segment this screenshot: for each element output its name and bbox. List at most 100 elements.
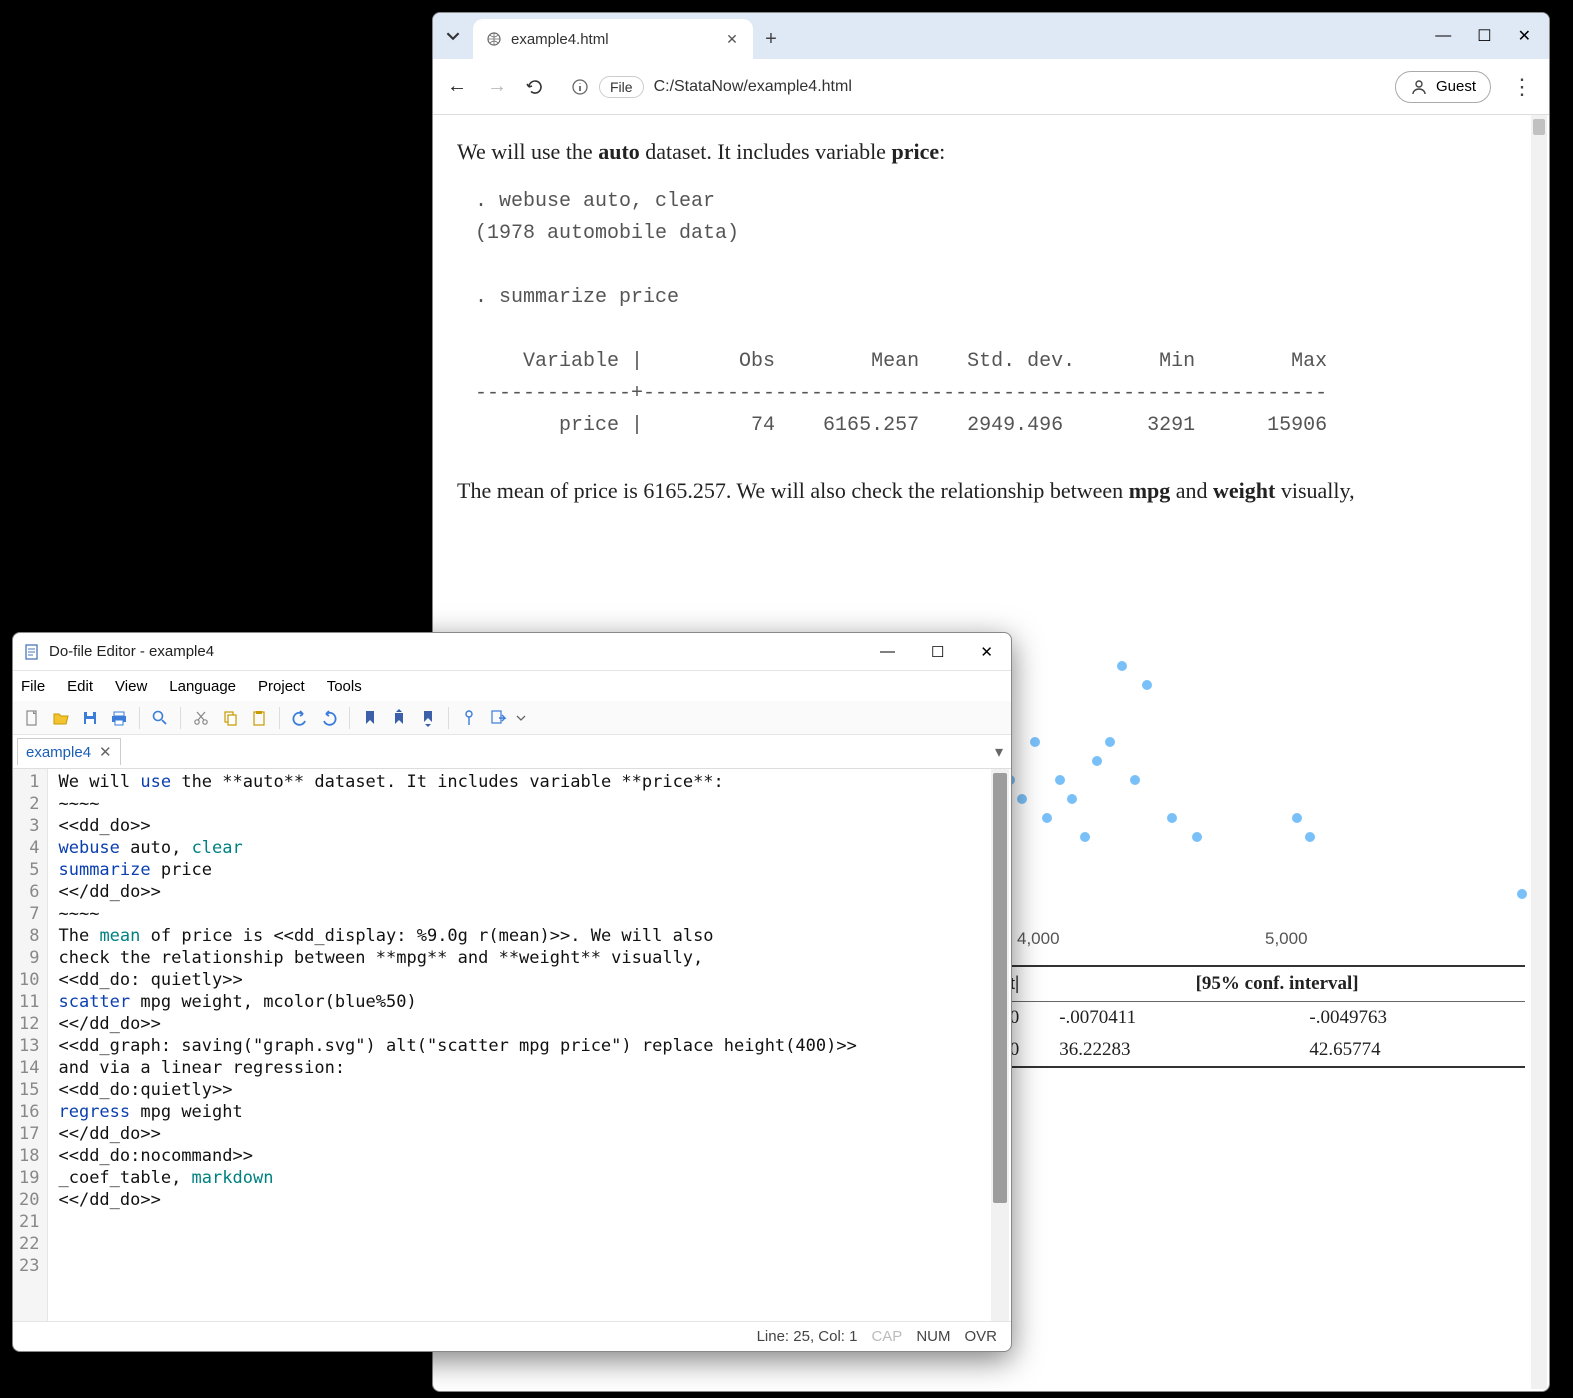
page-icon (485, 30, 503, 48)
bookmark-down-icon (420, 709, 436, 727)
scatter-point (1130, 775, 1140, 785)
bookmark-toggle-button[interactable] (357, 705, 383, 731)
menu-file[interactable]: File (21, 678, 45, 695)
bookmark-next-button[interactable] (415, 705, 441, 731)
menu-edit[interactable]: Edit (67, 678, 93, 695)
browser-menu-button[interactable]: ⋮ (1507, 74, 1537, 100)
code-line[interactable]: ~~~~ (58, 793, 1001, 815)
save-button[interactable] (77, 705, 103, 731)
code-line[interactable]: _coef_table, markdown (58, 1167, 1001, 1189)
new-file-button[interactable] (19, 705, 45, 731)
execute-button[interactable] (485, 705, 511, 731)
tab-close-button[interactable]: ✕ (723, 31, 741, 48)
cut-button[interactable] (188, 705, 214, 731)
editor-tabs-dropdown[interactable]: ▾ (987, 742, 1011, 762)
minimize-button[interactable]: — (1435, 27, 1451, 45)
execute-dropdown[interactable] (514, 705, 528, 731)
code-line[interactable]: <</dd_do>> (58, 881, 1001, 903)
num-indicator: NUM (916, 1328, 950, 1345)
close-button[interactable]: ✕ (1518, 26, 1531, 46)
browser-tab-strip: example4.html ✕ + — ☐ ✕ (433, 13, 1549, 59)
undo-button[interactable] (287, 705, 313, 731)
code-area[interactable]: We will use the **auto** dataset. It inc… (48, 769, 1011, 1321)
code-line[interactable]: <</dd_do>> (58, 1013, 1001, 1035)
bookmark-prev-button[interactable] (386, 705, 412, 731)
editor-close-button[interactable]: ✕ (980, 643, 993, 661)
editor-scrollbar-thumb[interactable] (993, 773, 1007, 1203)
menu-project[interactable]: Project (258, 678, 305, 695)
editor-tab-close[interactable]: ✕ (99, 743, 112, 761)
scatter-point (1092, 756, 1102, 766)
redo-icon (320, 709, 338, 727)
scatter-point (1517, 889, 1527, 899)
redo-button[interactable] (316, 705, 342, 731)
show-whitespace-button[interactable] (456, 705, 482, 731)
copy-icon (221, 709, 239, 727)
scatter-point (1030, 737, 1040, 747)
menu-language[interactable]: Language (169, 678, 236, 695)
find-button[interactable] (147, 705, 173, 731)
open-file-button[interactable] (48, 705, 74, 731)
reload-button[interactable] (525, 77, 549, 97)
code-line[interactable]: ~~~~ (58, 903, 1001, 925)
editor-minimize-button[interactable]: — (880, 643, 895, 661)
url-text: C:/StataNow/example4.html (654, 78, 852, 96)
tab-title: example4.html (511, 31, 715, 48)
scatter-point (1167, 813, 1177, 823)
editor-file-tab[interactable]: example4 ✕ (17, 738, 121, 765)
editor-maximize-button[interactable]: ☐ (931, 643, 944, 661)
editor-tab-label: example4 (26, 744, 91, 761)
tab-list-dropdown[interactable] (433, 13, 473, 59)
code-line[interactable]: summarize price (58, 859, 1001, 881)
code-line[interactable]: scatter mpg weight, mcolor(blue%50) (58, 991, 1001, 1013)
code-line[interactable]: check the relationship between **mpg** a… (58, 947, 1001, 969)
menu-tools[interactable]: Tools (327, 678, 362, 695)
forward-button[interactable]: → (485, 75, 509, 98)
search-icon (151, 709, 169, 727)
code-line[interactable]: <</dd_do>> (58, 1123, 1001, 1145)
browser-tab[interactable]: example4.html ✕ (473, 19, 753, 59)
code-line[interactable]: <<dd_graph: saving("graph.svg") alt("sca… (58, 1035, 1001, 1057)
line-number-gutter: 1234567891011121314151617181920212223 (13, 769, 48, 1321)
site-info-icon[interactable] (571, 78, 589, 96)
copy-button[interactable] (217, 705, 243, 731)
stata-output-block: . webuse auto, clear (1978 automobile da… (475, 186, 1525, 442)
code-line[interactable]: <</dd_do>> (58, 1189, 1001, 1211)
print-icon (110, 709, 128, 727)
coef-header-ci: [95% conf. interval] (1029, 966, 1525, 1002)
code-editor[interactable]: 1234567891011121314151617181920212223 We… (13, 769, 1011, 1321)
pin-icon (460, 709, 478, 727)
xtick-4000: 4,000 (1017, 929, 1060, 949)
editor-toolbar (13, 701, 1011, 735)
code-line[interactable]: <<dd_do:nocommand>> (58, 1145, 1001, 1167)
print-button[interactable] (106, 705, 132, 731)
code-line[interactable]: and via a linear regression: (58, 1057, 1001, 1079)
chevron-down-icon (516, 713, 526, 723)
scatter-point (1080, 832, 1090, 842)
address-bar[interactable]: File C:/StataNow/example4.html (565, 76, 1379, 98)
scatter-point (1055, 775, 1065, 785)
browser-window-controls: — ☐ ✕ (1417, 13, 1549, 59)
editor-app-icon (23, 643, 41, 661)
code-line[interactable]: <<dd_do: quietly>> (58, 969, 1001, 991)
code-line[interactable]: webuse auto, clear (58, 837, 1001, 859)
menu-view[interactable]: View (115, 678, 147, 695)
scatter-point (1292, 813, 1302, 823)
chevron-down-icon (446, 29, 460, 43)
cursor-position: Line: 25, Col: 1 (757, 1328, 858, 1345)
code-line[interactable]: We will use the **auto** dataset. It inc… (58, 771, 1001, 793)
back-button[interactable]: ← (445, 75, 469, 98)
paste-button[interactable] (246, 705, 272, 731)
profile-button[interactable]: Guest (1395, 71, 1491, 103)
code-line[interactable]: regress mpg weight (58, 1101, 1001, 1123)
code-line[interactable]: <<dd_do:quietly>> (58, 1079, 1001, 1101)
new-tab-button[interactable]: + (753, 19, 789, 59)
paste-icon (250, 709, 268, 727)
maximize-button[interactable]: ☐ (1477, 26, 1491, 46)
code-line[interactable]: <<dd_do>> (58, 815, 1001, 837)
code-line[interactable]: The mean of price is <<dd_display: %9.0g… (58, 925, 1001, 947)
scatter-point (1067, 794, 1077, 804)
editor-scrollbar[interactable] (991, 769, 1009, 1321)
editor-titlebar[interactable]: Do-file Editor - example4 — ☐ ✕ (13, 633, 1011, 671)
scatter-point (1105, 737, 1115, 747)
